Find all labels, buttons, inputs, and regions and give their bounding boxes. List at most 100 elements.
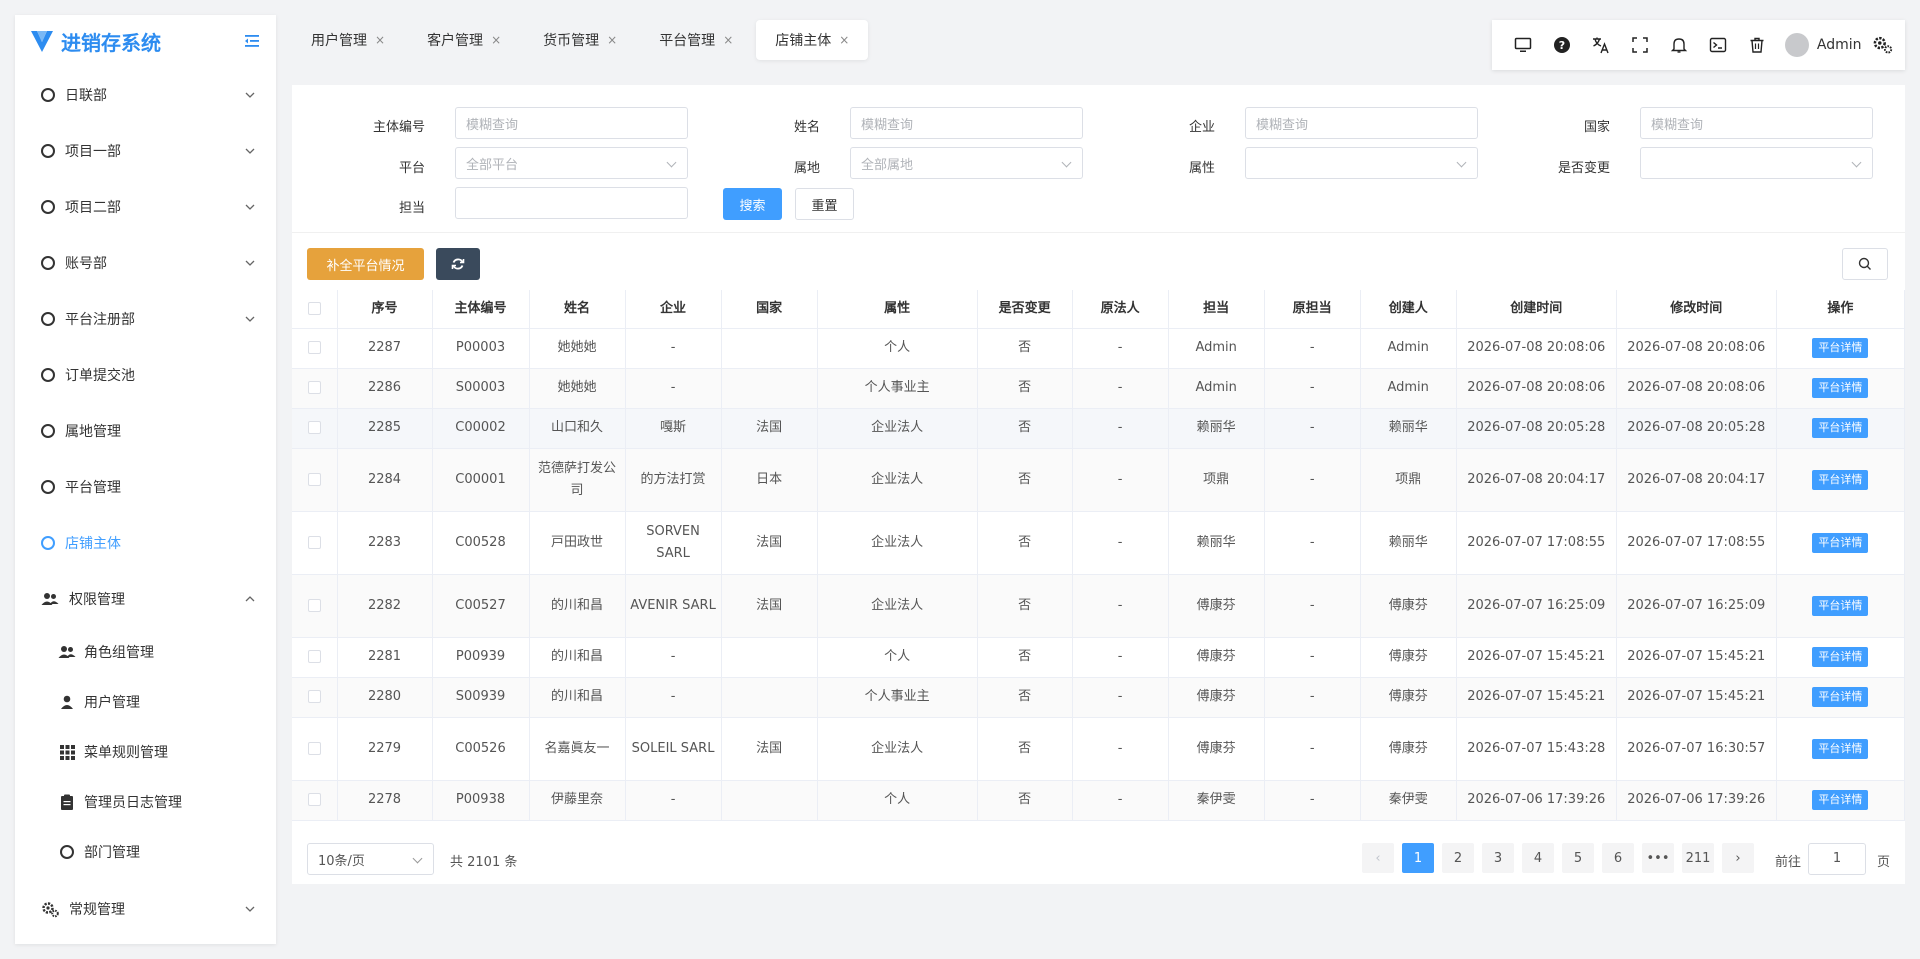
page-button[interactable]: 1 [1402,843,1434,873]
search-button[interactable]: 搜索 [723,188,782,220]
column-header: 操作 [1776,290,1906,329]
sidebar-item-6[interactable]: 属地管理 [15,403,276,459]
monitor-icon[interactable] [1504,25,1543,65]
page-button[interactable]: 5 [1562,843,1594,873]
row-checkbox[interactable] [307,535,321,549]
row-checkbox[interactable] [307,381,321,394]
prev-page-button[interactable]: ‹ [1362,843,1394,873]
close-icon[interactable]: × [839,33,849,47]
platform-detail-button[interactable]: 平台详情 [1812,378,1869,398]
table-cell: - [1072,368,1169,409]
menu-collapse-icon[interactable] [242,31,262,51]
sidebar-item-label: 日联部 [65,88,107,104]
complete-platform-button[interactable]: 补全平台情况 [307,248,424,280]
company-input[interactable]: 模糊查询 [1245,107,1478,139]
select-all-checkbox[interactable] [307,301,321,315]
operation-cell: 平台详情 [1776,780,1906,821]
terminal-icon[interactable] [1699,25,1738,65]
reset-button[interactable]: 重置 [795,188,854,220]
changed-select[interactable] [1640,147,1873,179]
platform-detail-button[interactable]: 平台详情 [1812,687,1869,707]
tab-label: 货币管理 [543,33,600,49]
goto-page-input[interactable]: 1 [1808,843,1866,875]
sidebar-subitem-role-group[interactable]: 角色组管理 [15,627,276,677]
filter-label-entity-no: 主体编号 [372,120,425,135]
sidebar-subitem-menu-rules[interactable]: 菜单规则管理 [15,727,276,777]
settings-icon[interactable] [1872,34,1893,56]
sidebar-item-general[interactable]: 常规管理 [15,881,276,937]
tab-4[interactable]: 店铺主体 × [756,20,869,60]
close-icon[interactable]: × [607,33,617,47]
page-button[interactable]: 3 [1482,843,1514,873]
users-icon [58,646,76,658]
fullscreen-icon[interactable] [1621,25,1660,65]
table-cell: 否 [977,717,1073,781]
table-body: 2287 P00003 她她她 - 个人否 - Admin - Admin 2026-07-08 … [292,328,1906,821]
sidebar-subitem-department[interactable]: 部门管理 [15,827,276,877]
platform-detail-button[interactable]: 平台详情 [1812,338,1869,358]
page-button[interactable]: 4 [1522,843,1554,873]
sidebar-item-permission[interactable]: 权限管理 [15,571,276,627]
platform-select[interactable]: 全部平台 [455,147,688,179]
bell-icon[interactable] [1660,25,1699,65]
row-checkbox[interactable] [307,421,321,434]
sidebar-item-7[interactable]: 平台管理 [15,459,276,515]
sidebar-item-8[interactable]: 店铺主体 [15,515,276,571]
row-checkbox[interactable] [307,341,321,354]
user-menu[interactable]: Admin [1784,33,1862,57]
tab-2[interactable]: 货币管理 × [524,20,636,60]
tab-3[interactable]: 平台管理 × [640,20,752,60]
page-button[interactable]: 211 [1682,843,1714,873]
sidebar-item-5[interactable]: 订单提交池 [15,347,276,403]
close-icon[interactable]: × [375,33,385,47]
platform-detail-button[interactable]: 平台详情 [1812,790,1869,810]
platform-detail-button[interactable]: 平台详情 [1812,595,1869,616]
platform-detail-button[interactable]: 平台详情 [1812,469,1869,490]
table-search-button[interactable] [1842,248,1888,280]
territory-select[interactable]: 全部属地 [850,147,1083,179]
close-icon[interactable]: × [491,33,501,47]
country-input[interactable]: 模糊查询 [1640,107,1873,139]
close-icon[interactable]: × [723,33,733,47]
sidebar-item-2[interactable]: 项目二部 [15,179,276,235]
entity-no-input[interactable]: 模糊查询 [455,107,688,139]
table-cell: 2026-07-08 20:08:06 [1456,368,1617,409]
table-cell: 否 [977,637,1073,678]
refresh-button[interactable] [436,248,480,280]
table-cell: 个人事业主 [817,368,978,409]
row-checkbox[interactable] [307,793,321,806]
page-size-select[interactable]: 10条/页 [307,843,434,875]
platform-detail-button[interactable]: 平台详情 [1812,738,1869,759]
column-header: 创建人 [1360,290,1457,329]
row-checkbox[interactable] [307,650,321,663]
sidebar-subitem-admin-log[interactable]: 管理员日志管理 [15,777,276,827]
row-checkbox[interactable] [307,741,321,755]
row-checkbox[interactable] [307,598,321,612]
sidebar-item-0[interactable]: 日联部 [15,67,276,123]
translate-icon[interactable] [1582,25,1621,65]
sidebar-item-4[interactable]: 平台注册部 [15,291,276,347]
table-cell: - [1264,328,1361,369]
sidebar-subitem-user[interactable]: 用户管理 [15,677,276,727]
table-cell: 的川和昌 [529,574,626,638]
page-button[interactable]: 2 [1442,843,1474,873]
next-page-button[interactable]: › [1722,843,1754,873]
sidebar-item-1[interactable]: 项目一部 [15,123,276,179]
help-icon[interactable]: ? [1543,25,1582,65]
trash-icon[interactable] [1738,25,1777,65]
platform-detail-button[interactable]: 平台详情 [1812,532,1869,553]
page-button[interactable]: 6 [1602,843,1634,873]
column-header: 姓名 [529,290,626,329]
more-pages-button[interactable]: ••• [1642,843,1674,873]
row-checkbox[interactable] [307,690,321,703]
owner-input[interactable] [455,187,688,219]
circle-icon [41,368,55,382]
row-checkbox[interactable] [307,472,321,486]
name-input[interactable]: 模糊查询 [850,107,1083,139]
platform-detail-button[interactable]: 平台详情 [1812,418,1869,438]
sidebar-item-3[interactable]: 账号部 [15,235,276,291]
tab-1[interactable]: 客户管理 × [408,20,520,60]
tab-0[interactable]: 用户管理 × [292,20,404,60]
attribute-select[interactable] [1245,147,1478,179]
platform-detail-button[interactable]: 平台详情 [1812,647,1869,667]
